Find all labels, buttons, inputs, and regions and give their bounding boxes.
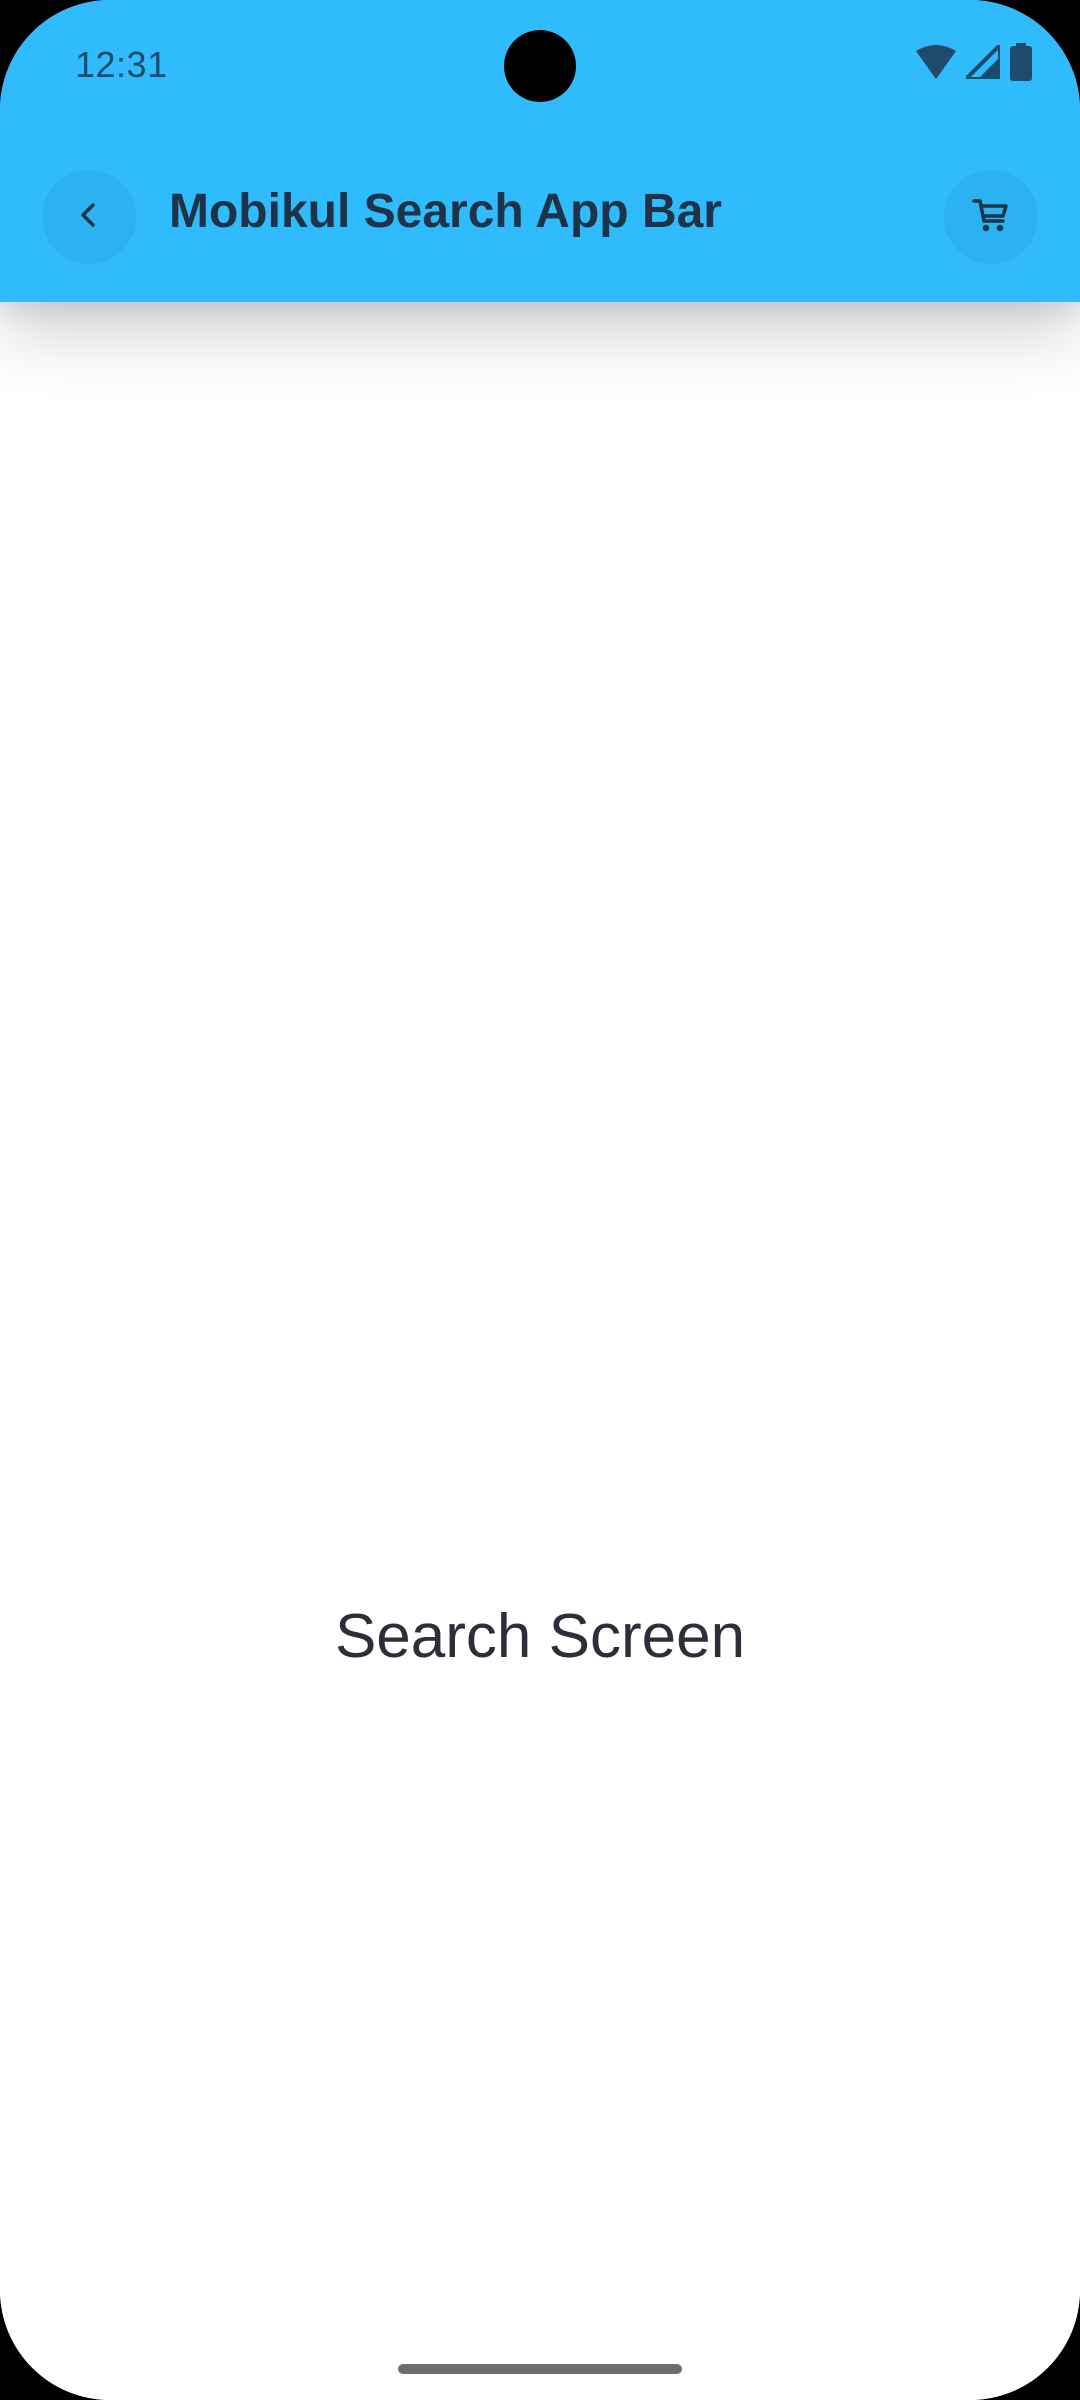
battery-icon: [1010, 42, 1032, 86]
wifi-icon: [916, 44, 956, 84]
status-bar: 12:31: [0, 0, 1080, 132]
cart-icon: [972, 197, 1010, 238]
camera-cutout: [504, 30, 576, 102]
cart-button[interactable]: [944, 170, 1038, 264]
app-bar-title: Mobikul Search App Bar: [169, 185, 722, 238]
cell-signal-icon: [964, 42, 1002, 84]
phone-screen: 12:31 Mobikul Search App Bar Search Scre…: [0, 0, 1080, 2400]
screen-label: Search Screen: [334, 1602, 746, 1671]
back-button[interactable]: [42, 170, 136, 264]
home-indicator[interactable]: [398, 2364, 682, 2374]
app-bar: Mobikul Search App Bar: [0, 132, 1080, 302]
chevron-left-icon: [74, 200, 104, 235]
app-header: 12:31 Mobikul Search App Bar: [0, 0, 1080, 302]
status-icons: [906, 42, 1032, 86]
main-content: Search Screen: [0, 302, 1080, 2400]
status-time: 12:31: [75, 44, 168, 85]
